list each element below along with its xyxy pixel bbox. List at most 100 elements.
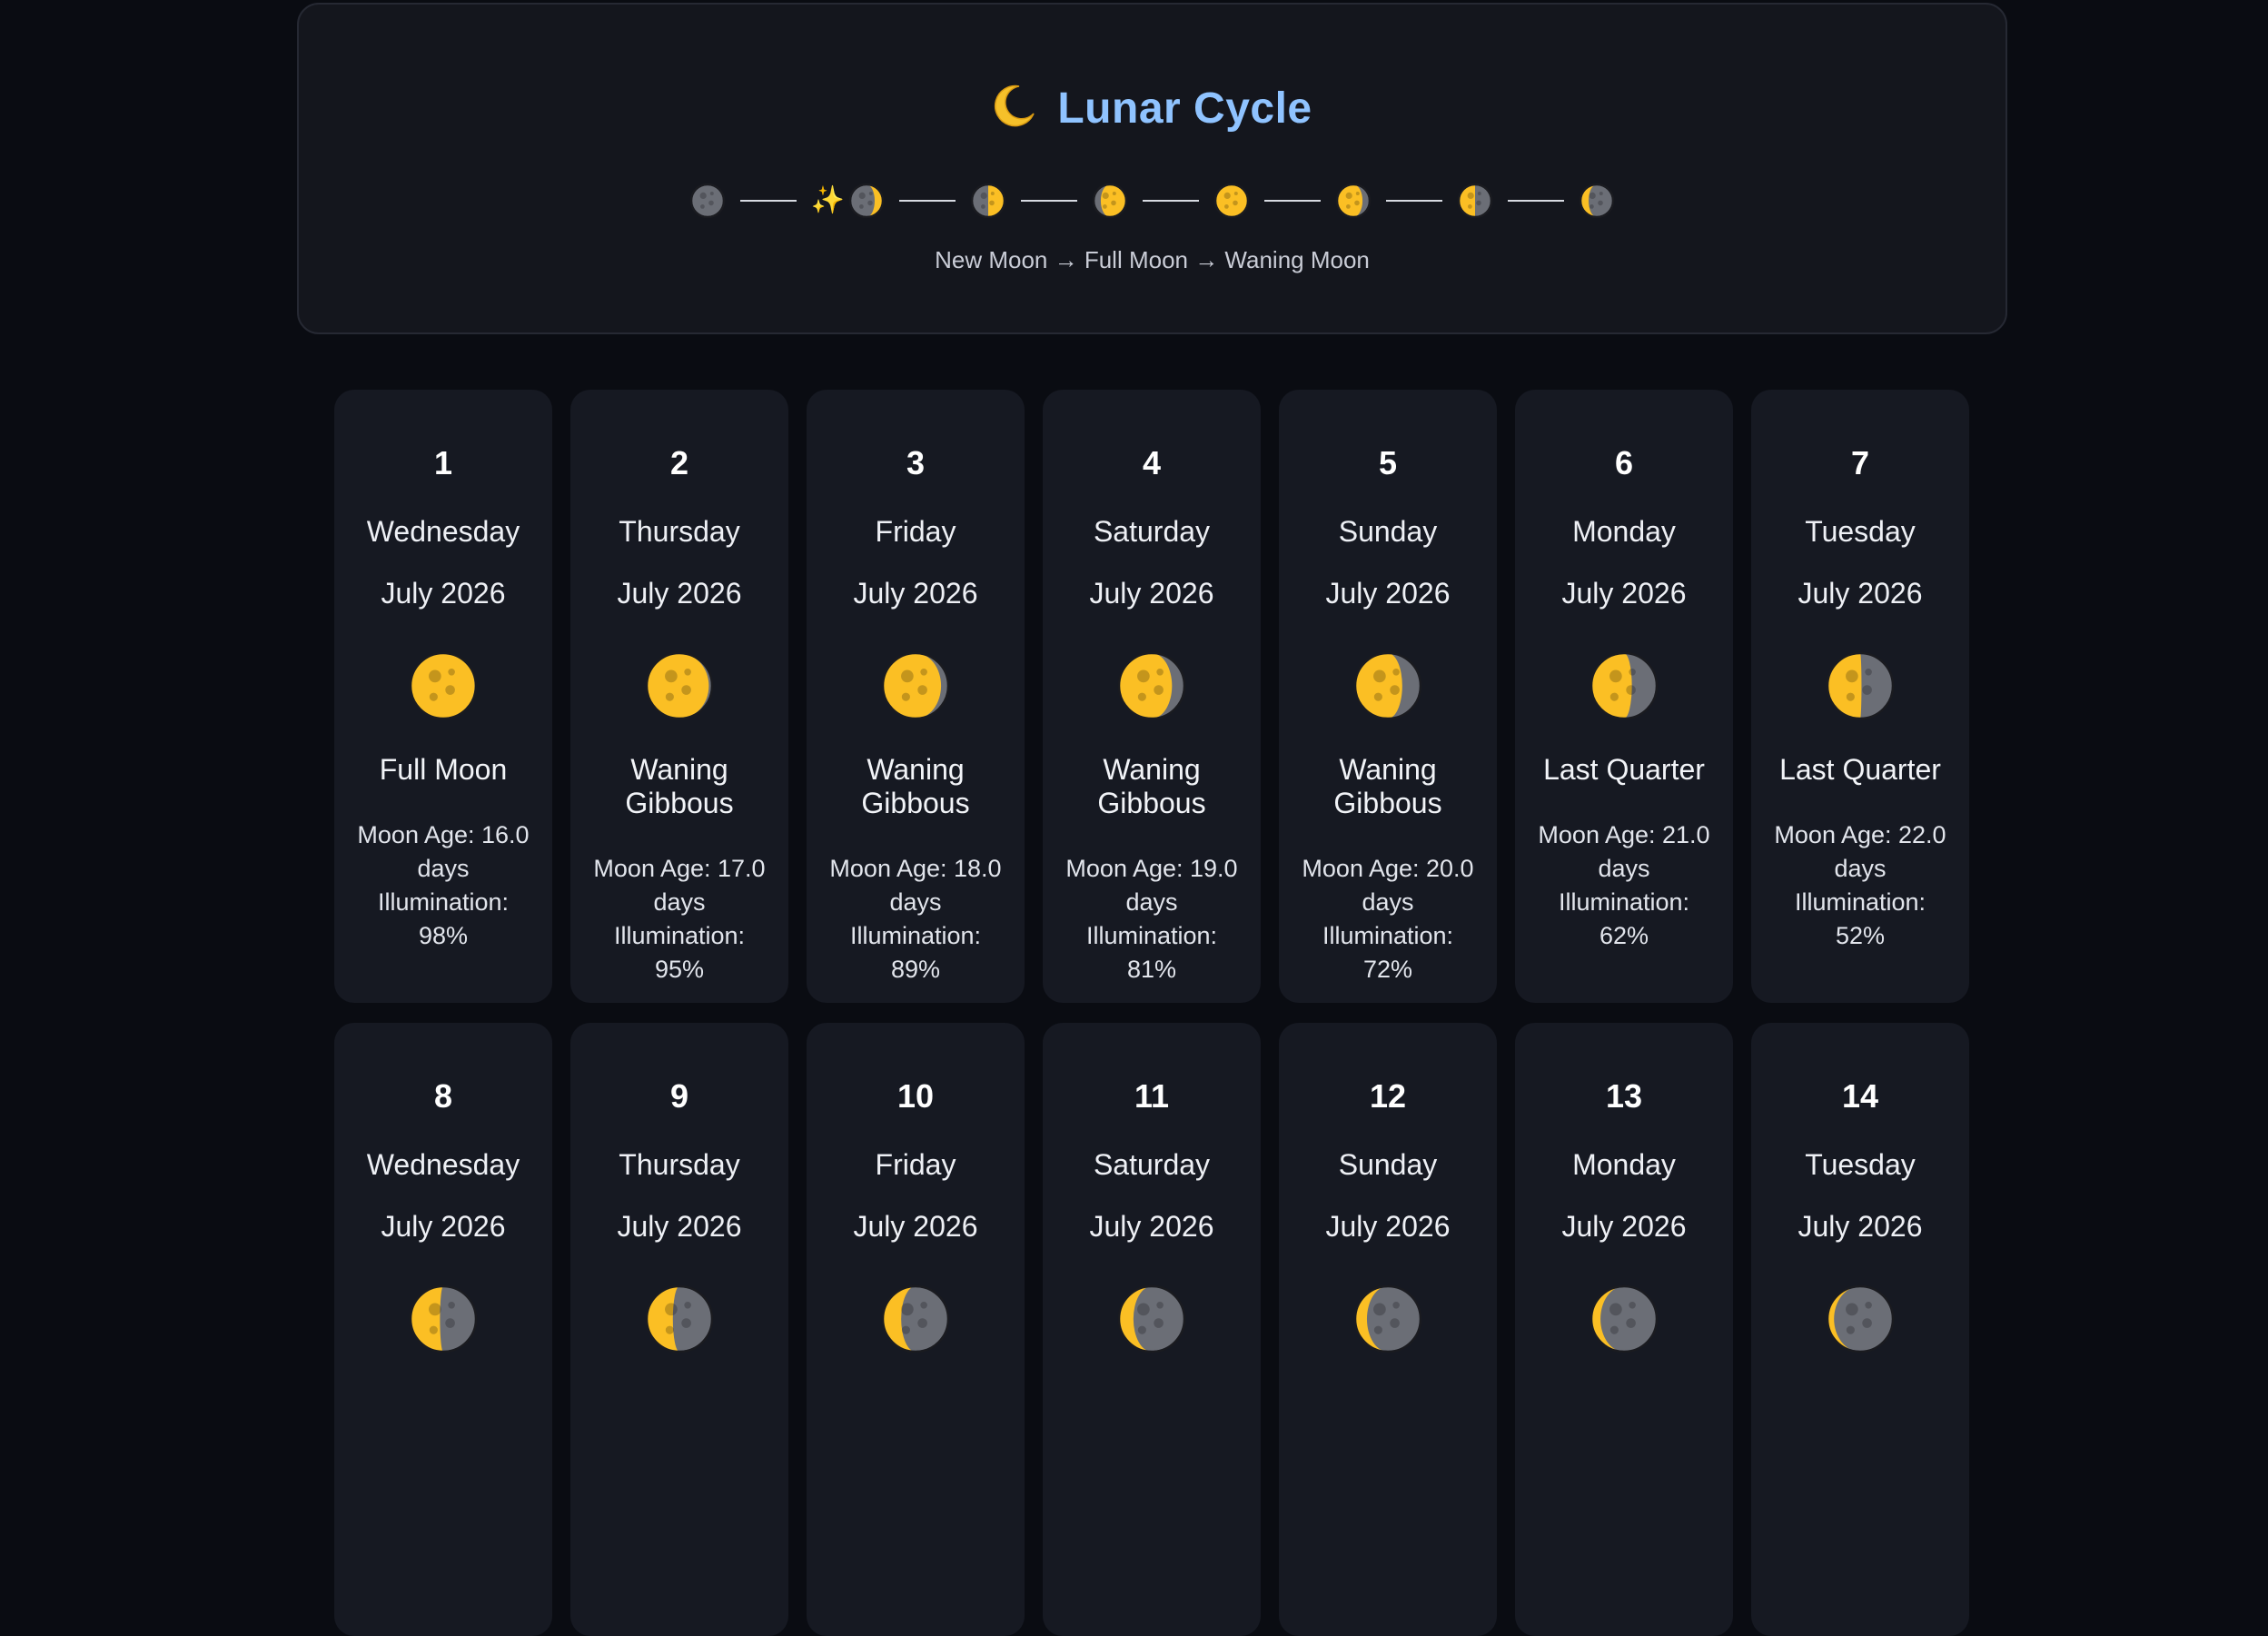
day-card[interactable]: 7 Tuesday July 2026 Last Quarter Moon Age: 2… xyxy=(1751,390,1969,1003)
cycle-connector xyxy=(1021,200,1078,202)
moon-age: Moon Age: 17.0 days xyxy=(593,855,766,916)
moon-phase-graphic xyxy=(1117,651,1186,720)
moon-phase-icon xyxy=(409,1284,478,1353)
weekday-label: Saturday xyxy=(1093,1148,1211,1181)
moon-phase-graphic xyxy=(645,1284,714,1353)
moon-phase-graphic xyxy=(1590,1284,1659,1353)
moon-age: Moon Age: 19.0 days xyxy=(1065,855,1238,916)
moon-phase-icon xyxy=(881,1284,950,1353)
weekday-label: Sunday xyxy=(1338,1148,1438,1181)
moon-age: Moon Age: 21.0 days xyxy=(1538,821,1710,882)
moon-phase-icon xyxy=(1117,651,1186,720)
day-card[interactable]: 13 Monday July 2026 xyxy=(1515,1023,1733,1636)
weekday-label: Saturday xyxy=(1093,515,1211,548)
moon-phase-graphic xyxy=(881,651,950,720)
day-card[interactable]: 6 Monday July 2026 Last Quarter Moon Age: 21… xyxy=(1515,390,1733,1003)
day-number: 11 xyxy=(1134,1077,1170,1115)
moon-phase-graphic xyxy=(409,651,478,720)
moon-phase-icon xyxy=(881,651,950,720)
month-label: July 2026 xyxy=(1089,1210,1214,1243)
last-quarter-icon xyxy=(1457,183,1493,219)
month-label: July 2026 xyxy=(1561,1210,1687,1243)
cycle-connector xyxy=(1386,200,1443,202)
moon-age: Moon Age: 18.0 days xyxy=(829,855,1002,916)
day-card[interactable]: 14 Tuesday July 2026 xyxy=(1751,1023,1969,1636)
illumination: Illumination: 98% xyxy=(377,888,510,949)
month-label: July 2026 xyxy=(853,1210,978,1243)
day-card[interactable]: 12 Sunday July 2026 xyxy=(1279,1023,1497,1636)
month-label: July 2026 xyxy=(1561,577,1687,610)
month-label: July 2026 xyxy=(1798,1210,1923,1243)
phase-name: Last Quarter xyxy=(1779,753,1941,786)
illumination: Illumination: 72% xyxy=(1322,922,1454,983)
moon-phase-graphic xyxy=(1353,1284,1422,1353)
page-title-text: Lunar Cycle xyxy=(1057,84,1312,133)
day-number: 3 xyxy=(906,444,926,481)
cycle-connector xyxy=(1508,200,1565,202)
weekday-label: Monday xyxy=(1572,515,1676,548)
day-card[interactable]: 5 Sunday July 2026 Waning Gibbous Moon Age: … xyxy=(1279,390,1497,1003)
phase-name: Waning Gibbous xyxy=(625,753,734,819)
month-label: July 2026 xyxy=(1325,577,1451,610)
weekday-label: Friday xyxy=(875,515,956,548)
day-card[interactable]: 10 Friday July 2026 xyxy=(807,1023,1025,1636)
illumination: Illumination: 52% xyxy=(1794,888,1926,949)
month-label: July 2026 xyxy=(381,577,506,610)
weekday-label: Tuesday xyxy=(1805,1148,1916,1181)
day-card[interactable]: 1 Wednesday July 2026 Full Moon Moon Age: 16… xyxy=(334,390,552,1003)
day-number: 10 xyxy=(896,1077,935,1115)
moon-phase-graphic xyxy=(1117,1284,1186,1353)
page-title: Lunar Cycle xyxy=(299,83,2006,139)
month-label: July 2026 xyxy=(1325,1210,1451,1243)
phase-name: Waning Gibbous xyxy=(861,753,970,819)
cycle-subtitle: New Moon → Full Moon → Waning Moon xyxy=(935,246,1370,273)
moon-phase-icon xyxy=(409,651,478,720)
month-label: July 2026 xyxy=(617,1210,742,1243)
day-card[interactable]: 11 Saturday July 2026 xyxy=(1043,1023,1261,1636)
day-number: 12 xyxy=(1369,1077,1407,1115)
day-number: 8 xyxy=(433,1077,453,1115)
new-moon-icon xyxy=(689,183,726,219)
calendar-grid: 1 Wednesday July 2026 Full Moon Moon Age: 16… xyxy=(334,390,1969,1636)
moon-age: Moon Age: 16.0 days xyxy=(357,821,530,882)
phase-name: Waning Gibbous xyxy=(1333,753,1442,819)
cycle-connector xyxy=(1143,200,1200,202)
day-number: 6 xyxy=(1614,444,1634,481)
phase-name: Waning Gibbous xyxy=(1097,753,1206,819)
day-card[interactable]: 9 Thursday July 2026 xyxy=(570,1023,788,1636)
sparkle-icon: ✨ xyxy=(810,185,846,215)
illumination: Illumination: 89% xyxy=(849,922,982,983)
moon-phase-graphic xyxy=(1353,651,1422,720)
moon-phase-graphic xyxy=(1826,1284,1895,1353)
weekday-label: Tuesday xyxy=(1805,515,1916,548)
month-label: July 2026 xyxy=(1089,577,1214,610)
day-number: 14 xyxy=(1841,1077,1879,1115)
moon-phase-icon xyxy=(1590,651,1659,720)
full-moon-icon xyxy=(1213,183,1250,219)
weekday-label: Wednesday xyxy=(366,1148,520,1181)
phase-cycle-strip: ✨ xyxy=(299,181,2006,221)
cycle-connector xyxy=(899,200,956,202)
moon-phase-graphic xyxy=(1826,651,1895,720)
crescent-moon-icon xyxy=(992,83,1037,139)
waxing-gibbous-icon xyxy=(1092,183,1128,219)
day-number: 5 xyxy=(1378,444,1398,481)
moon-phase-icon xyxy=(1353,1284,1422,1353)
day-card[interactable]: 3 Friday July 2026 Waning Gibbous Moon Age: … xyxy=(807,390,1025,1003)
day-card[interactable]: 4 Saturday July 2026 Waning Gibbous Moon Age… xyxy=(1043,390,1261,1003)
day-card[interactable]: 2 Thursday July 2026 Waning Gibbous Moon Age… xyxy=(570,390,788,1003)
phase-name: Full Moon xyxy=(379,753,508,786)
illumination: Illumination: 62% xyxy=(1558,888,1690,949)
day-number: 9 xyxy=(669,1077,689,1115)
moon-age: Moon Age: 22.0 days xyxy=(1774,821,1946,882)
day-number: 4 xyxy=(1142,444,1162,481)
day-number: 1 xyxy=(433,444,453,481)
cycle-connector xyxy=(1264,200,1322,202)
month-label: July 2026 xyxy=(381,1210,506,1243)
day-number: 13 xyxy=(1605,1077,1643,1115)
day-card[interactable]: 8 Wednesday July 2026 xyxy=(334,1023,552,1636)
day-number: 2 xyxy=(669,444,689,481)
month-label: July 2026 xyxy=(1798,577,1923,610)
weekday-label: Wednesday xyxy=(366,515,520,548)
day-number: 7 xyxy=(1850,444,1870,481)
